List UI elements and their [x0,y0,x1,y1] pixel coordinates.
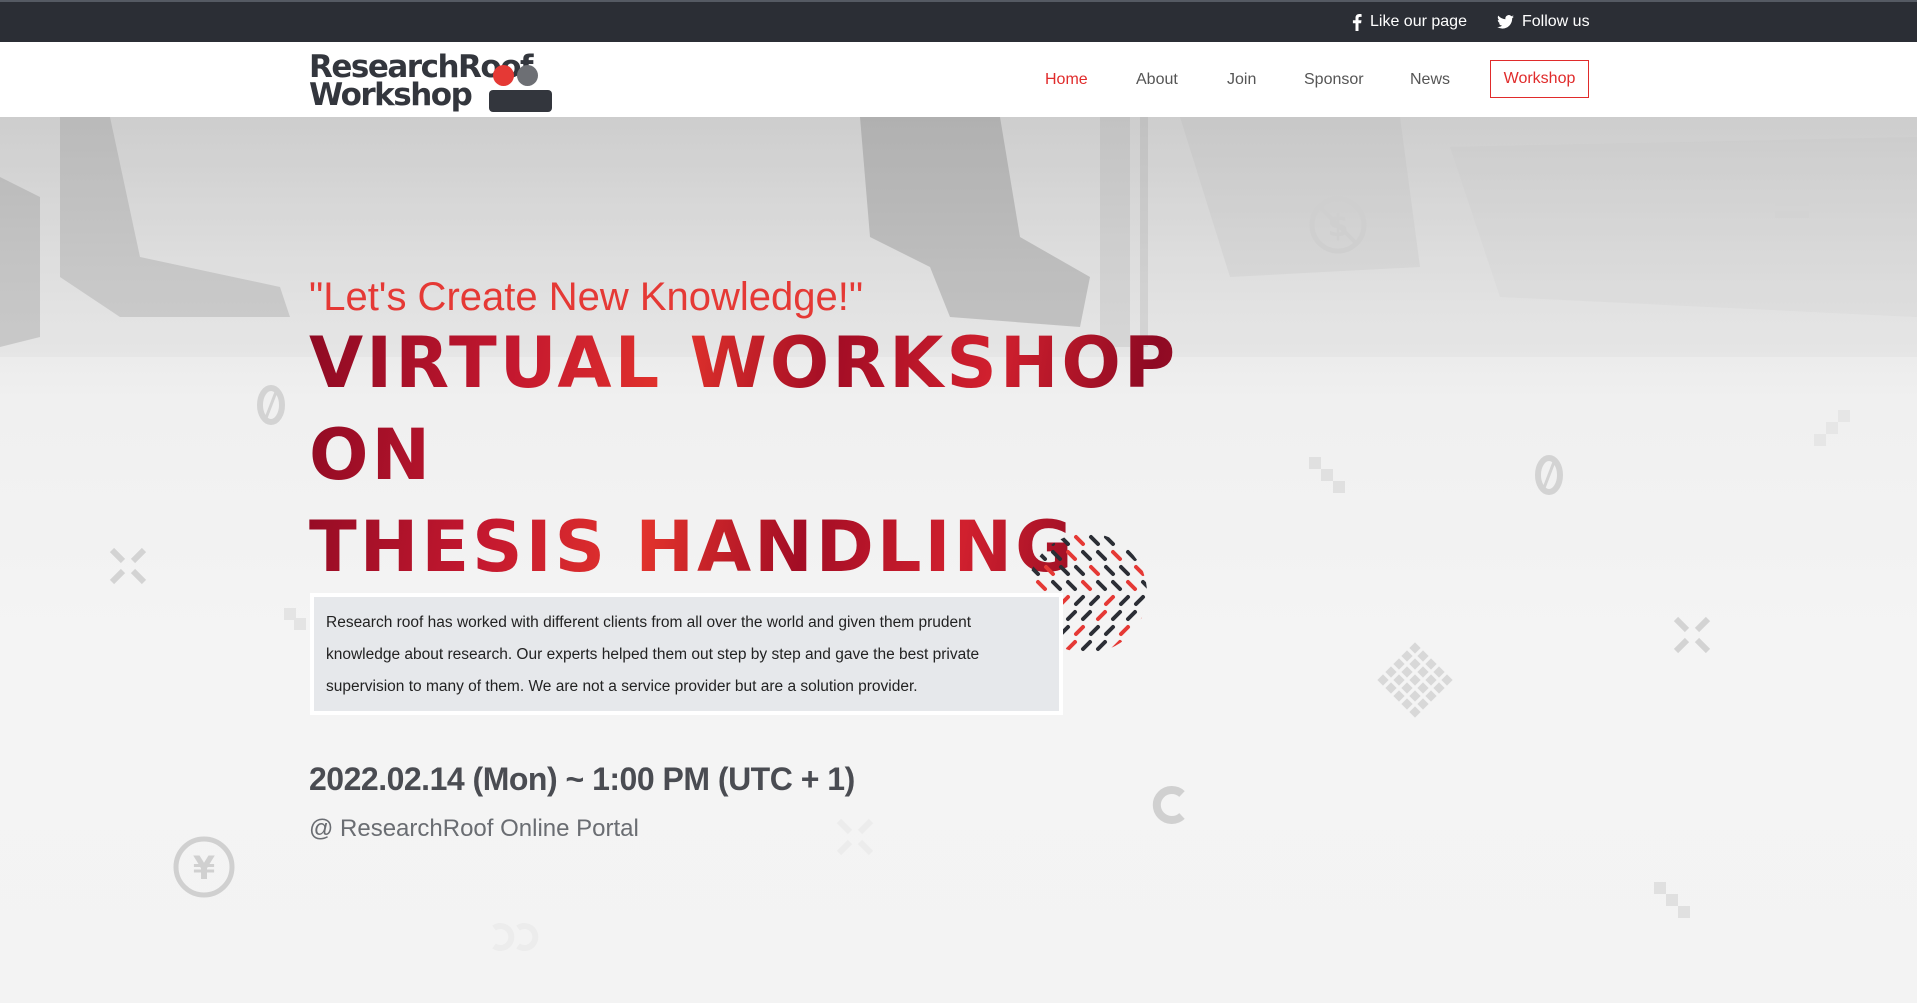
pixel-steps-icon [1654,882,1690,918]
nav-about[interactable]: About [1136,42,1178,117]
nav-sponsor[interactable]: Sponsor [1304,42,1364,117]
site-logo[interactable]: ResearchRoof Workshop [309,50,554,112]
logo-red-dot [493,65,514,86]
dollar-coin-icon: $ [1309,196,1367,254]
nav-workshop-button[interactable]: Workshop [1490,60,1589,98]
nav-home[interactable]: Home [1045,42,1088,117]
zero-icon [1535,455,1563,495]
double-c-icon [492,923,539,951]
zero-icon [257,385,285,425]
twitter-icon [1497,15,1514,29]
facebook-link[interactable]: Like our page [1352,2,1467,42]
cross-icon [1673,616,1711,654]
logo-grey-dot [517,65,538,86]
twitter-link[interactable]: Follow us [1497,2,1590,42]
cross-icon [836,818,874,856]
top-bar: Like our page Follow us [0,0,1917,42]
pixel-steps-icon [1814,410,1850,446]
hero-tagline: "Let's Create New Knowledge!" [309,275,864,319]
facebook-icon [1352,13,1362,31]
c-letter-icon [1152,786,1185,824]
hero-section: $ ¥ "Let's Create New Knowledge!" VIRTUA… [0,117,1917,1003]
hero-title-line2: THESIS HANDLING [309,506,1076,588]
logo-bar [489,90,552,112]
svg-text:¥: ¥ [193,849,215,887]
hero-title-line1: VIRTUAL WORKSHOP ON [309,322,1179,496]
equals-icon [1775,199,1809,218]
hero-description: Research roof has worked with different … [310,593,1063,715]
pixel-steps-icon [284,608,306,630]
nav-news[interactable]: News [1410,42,1450,117]
cross-icon [109,547,147,585]
yen-coin-icon: ¥ [173,836,235,898]
pixel-steps-icon [1309,457,1345,493]
logo-line2: Workshop [309,77,473,113]
twitter-label: Follow us [1522,13,1590,30]
site-header: ResearchRoof Workshop Home About Join Sp… [0,42,1917,117]
event-date: 2022.02.14 (Mon) ~ 1:00 PM (UTC + 1) [309,761,855,797]
nav-join[interactable]: Join [1227,42,1256,117]
facebook-label: Like our page [1370,13,1467,30]
diamond-dots-icon [1377,642,1453,718]
event-venue: @ ResearchRoof Online Portal [309,815,639,842]
